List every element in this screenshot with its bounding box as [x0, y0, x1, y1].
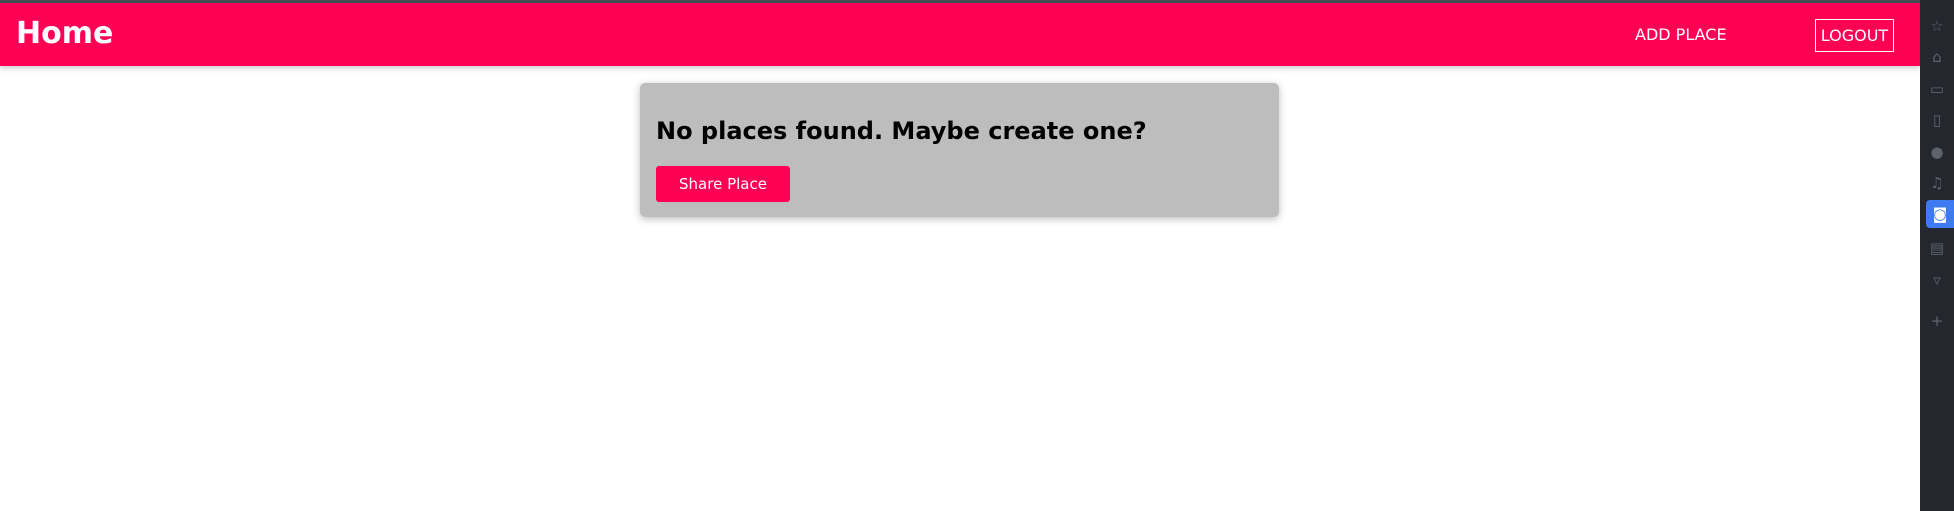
page-title: Home [16, 16, 114, 51]
browser-sidebar: ☆ ⌂ ▭ ▯ ● ♫ ◙ ▤ ▿ + [1920, 0, 1954, 511]
add-icon[interactable]: + [1920, 309, 1954, 333]
star-icon[interactable]: ☆ [1920, 14, 1954, 38]
app-header: Home ADD PLACE LOGOUT [0, 3, 1920, 66]
empty-state-message: No places found. Maybe create one? [656, 117, 1147, 145]
film-icon[interactable]: ▤ [1920, 236, 1954, 260]
download-icon[interactable]: ● [1920, 140, 1954, 164]
documents-icon[interactable]: ▯ [1920, 108, 1954, 132]
empty-state-card: No places found. Maybe create one? Share… [640, 83, 1279, 217]
trash-icon[interactable]: ▿ [1920, 268, 1954, 292]
camera-icon[interactable]: ◙ [1926, 200, 1954, 228]
logout-button[interactable]: LOGOUT [1815, 19, 1894, 52]
home-icon[interactable]: ⌂ [1920, 45, 1954, 69]
add-place-link[interactable]: ADD PLACE [1635, 23, 1727, 47]
music-icon[interactable]: ♫ [1920, 171, 1954, 195]
message-icon[interactable]: ▭ [1920, 77, 1954, 101]
share-place-button[interactable]: Share Place [656, 166, 790, 202]
